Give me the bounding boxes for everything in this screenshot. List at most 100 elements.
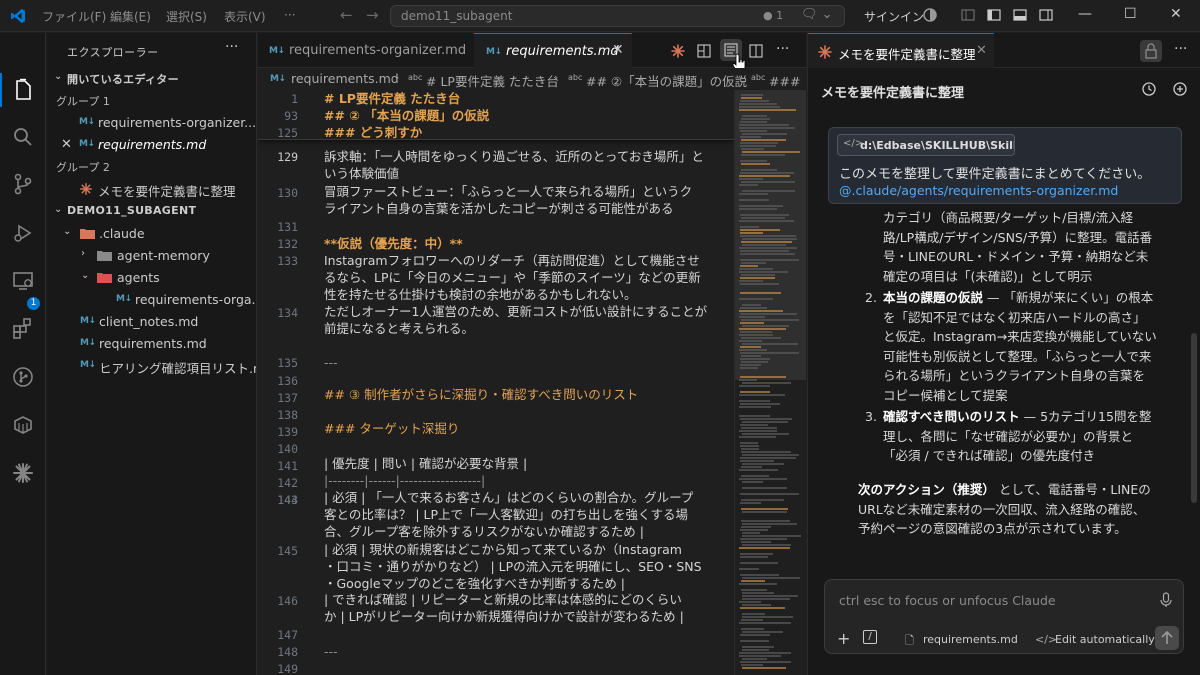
customize-layout-icon[interactable] [960,7,976,23]
tab-label: requirements-organizer.md [289,43,467,58]
menu-more[interactable]: ··· [284,8,295,22]
history-icon[interactable] [1141,81,1157,97]
tab-close-icon[interactable]: ✕ [612,42,624,58]
menu-view[interactable]: 表示(V) [224,8,266,25]
microphone-icon[interactable] [1159,592,1173,608]
response-line: を「認知不足ではなく初来店ハードルの高さ」 [883,309,1146,325]
minimap-line [739,340,762,342]
group-2-header[interactable]: グループ 2 [47,156,256,178]
breadcrumb-item[interactable]: requirements.md [291,71,399,86]
claude-icon[interactable] [11,461,35,485]
toggle-panel-icon[interactable] [1012,7,1028,23]
chevron-right-icon: › [738,71,743,84]
tree-file[interactable]: M↓ requirements-orga... [47,289,256,311]
close-window-icon[interactable]: ✕ [1170,6,1182,22]
conversation-title: メモを要件定義書に整理 [821,86,965,101]
minimap-line [742,511,787,513]
lock-button[interactable] [1140,40,1162,62]
command-center[interactable]: demo11_subagent ● 1 🗨 ⌄ [390,5,845,27]
file-attachment-chip[interactable]: </> d:\Edbase\SKILLHUB\Skillhu... [837,134,1015,156]
editor-more-icon[interactable]: ··· [776,41,789,57]
minimap-line [740,265,758,267]
minimap-line [741,94,763,96]
tab-close-icon[interactable]: ✕ [976,43,987,58]
sticky-scroll[interactable]: 1 # LP要件定義 たたき台 93 ## ② 「本当の課題」の仮説 125 #… [258,90,734,140]
code-editor[interactable]: 129 訴求軸：「一人時間をゆっくり過ごせる、近所のとっておき場所」と いう体験… [258,90,734,675]
tab-requirements-organizer[interactable]: M↓ requirements-organizer.md [258,33,474,68]
breadcrumb: M↓ requirements.md › abc # LP要件定義 たたき台 ›… [258,68,806,90]
response-line: として、電話番号・LINEの [994,482,1151,497]
explorer-more-icon[interactable]: ··· [225,39,238,55]
slash-command-icon[interactable]: / [863,630,877,644]
add-attachment-icon[interactable]: + [837,629,850,648]
tree-folder-claude[interactable]: ⌄ .claude [47,223,256,245]
maximize-icon[interactable]: ☐ [1124,6,1137,22]
menu-edit[interactable]: 編集(E) [110,8,151,25]
panel-more-icon[interactable]: ··· [1174,41,1187,57]
minimap-line [740,607,785,609]
minimap-line [739,205,783,207]
minimap-line [740,403,780,405]
open-editor-item[interactable]: M↓ requirements-organizer.... [47,112,256,134]
active-file-label[interactable]: requirements.md [923,633,1018,646]
group-1-header[interactable]: グループ 1 [47,90,256,112]
open-editors-section[interactable]: ⌄ 開いているエディター [47,68,256,90]
line-number: 130 [277,186,298,200]
tab-claude-session[interactable]: メモを要件定義書に整理 ✕ [808,33,994,68]
tree-file[interactable]: M↓ client_notes.md [47,311,256,333]
minimap-line [739,175,790,177]
extensions-icon[interactable] [11,316,35,340]
claude-sparkle-icon[interactable] [670,43,686,59]
copilot-icon[interactable] [922,7,938,23]
signin-button[interactable]: サインイン [864,8,924,25]
menu-file[interactable]: ファイル(F) [42,8,106,25]
tree-file[interactable]: M↓ ヒアリング確認項目リスト.md [47,355,256,377]
nav-back-icon[interactable]: ← [340,6,353,24]
search-icon[interactable] [11,125,35,149]
git-graph-icon[interactable] [11,365,35,389]
response-item-1: カテゴリ（商品概要/ターゲット/目標/流入経 路/LP構成/デザイン/SNS/予… [883,208,1152,286]
split-editor-icon[interactable] [748,43,764,59]
minimap[interactable] [734,90,806,675]
toggle-primary-sidebar-icon[interactable] [986,7,1002,23]
containers-icon[interactable] [11,413,35,437]
explorer-title: エクスプローラー [67,46,159,59]
minimize-icon[interactable]: — [1078,6,1092,22]
workspace-section[interactable]: ⌄ DEMO11_SUBAGENT [47,201,256,223]
new-chat-icon[interactable] [1172,81,1188,97]
minimap-line [739,184,758,186]
edit-mode-button[interactable]: Edit automatically [1055,633,1155,646]
tree-folder-agents[interactable]: ⌄ agents [47,267,256,289]
agent-mention-link[interactable]: @.claude/agents/requirements-organizer.m… [839,183,1118,198]
prompt-input[interactable] [839,590,1149,610]
toggle-secondary-sidebar-icon[interactable] [1038,7,1054,23]
minimap-line [740,640,769,642]
open-editor-item[interactable]: メモを要件定義書に整理 [47,178,256,200]
minimap-line [740,424,768,426]
nav-forward-icon[interactable]: → [366,6,379,24]
code-line: るなら、LPに「今日のメニュー」や「季節のスイーツ」などの更新 [324,270,701,285]
close-icon[interactable]: ✕ [61,137,72,152]
remote-explorer-icon[interactable] [11,269,35,293]
open-editor-label: requirements.md [98,137,207,152]
conversation-scrollbar[interactable] [1191,333,1197,503]
tree-file[interactable]: M↓ requirements.md [47,333,256,355]
explorer-icon[interactable] [11,78,35,102]
open-changes-icon[interactable] [696,43,712,59]
minimap-line [739,478,787,480]
tab-requirements[interactable]: M↓ requirements.md ✕ [474,33,632,68]
markdown-file-icon: M↓ [79,139,95,149]
chat-icon[interactable]: 🗨 ⌄ [801,7,833,22]
source-control-icon[interactable] [11,172,35,196]
tree-folder-agent-memory[interactable]: › agent-memory [47,245,256,267]
breadcrumb-item[interactable]: ### ど [769,71,806,90]
notification-indicator[interactable]: ● 1 [763,9,783,22]
open-editor-item[interactable]: ✕ M↓ requirements.md [47,134,256,156]
minimap-line [740,136,761,138]
menu-selection[interactable]: 選択(S) [166,8,207,25]
run-debug-icon[interactable] [11,221,35,245]
minimap-line [741,97,762,99]
breadcrumb-item[interactable]: ## ②「本当の課題」の仮説 [586,71,747,90]
send-button[interactable] [1155,626,1179,650]
breadcrumb-item[interactable]: # LP要件定義 たたき台 [426,71,559,90]
